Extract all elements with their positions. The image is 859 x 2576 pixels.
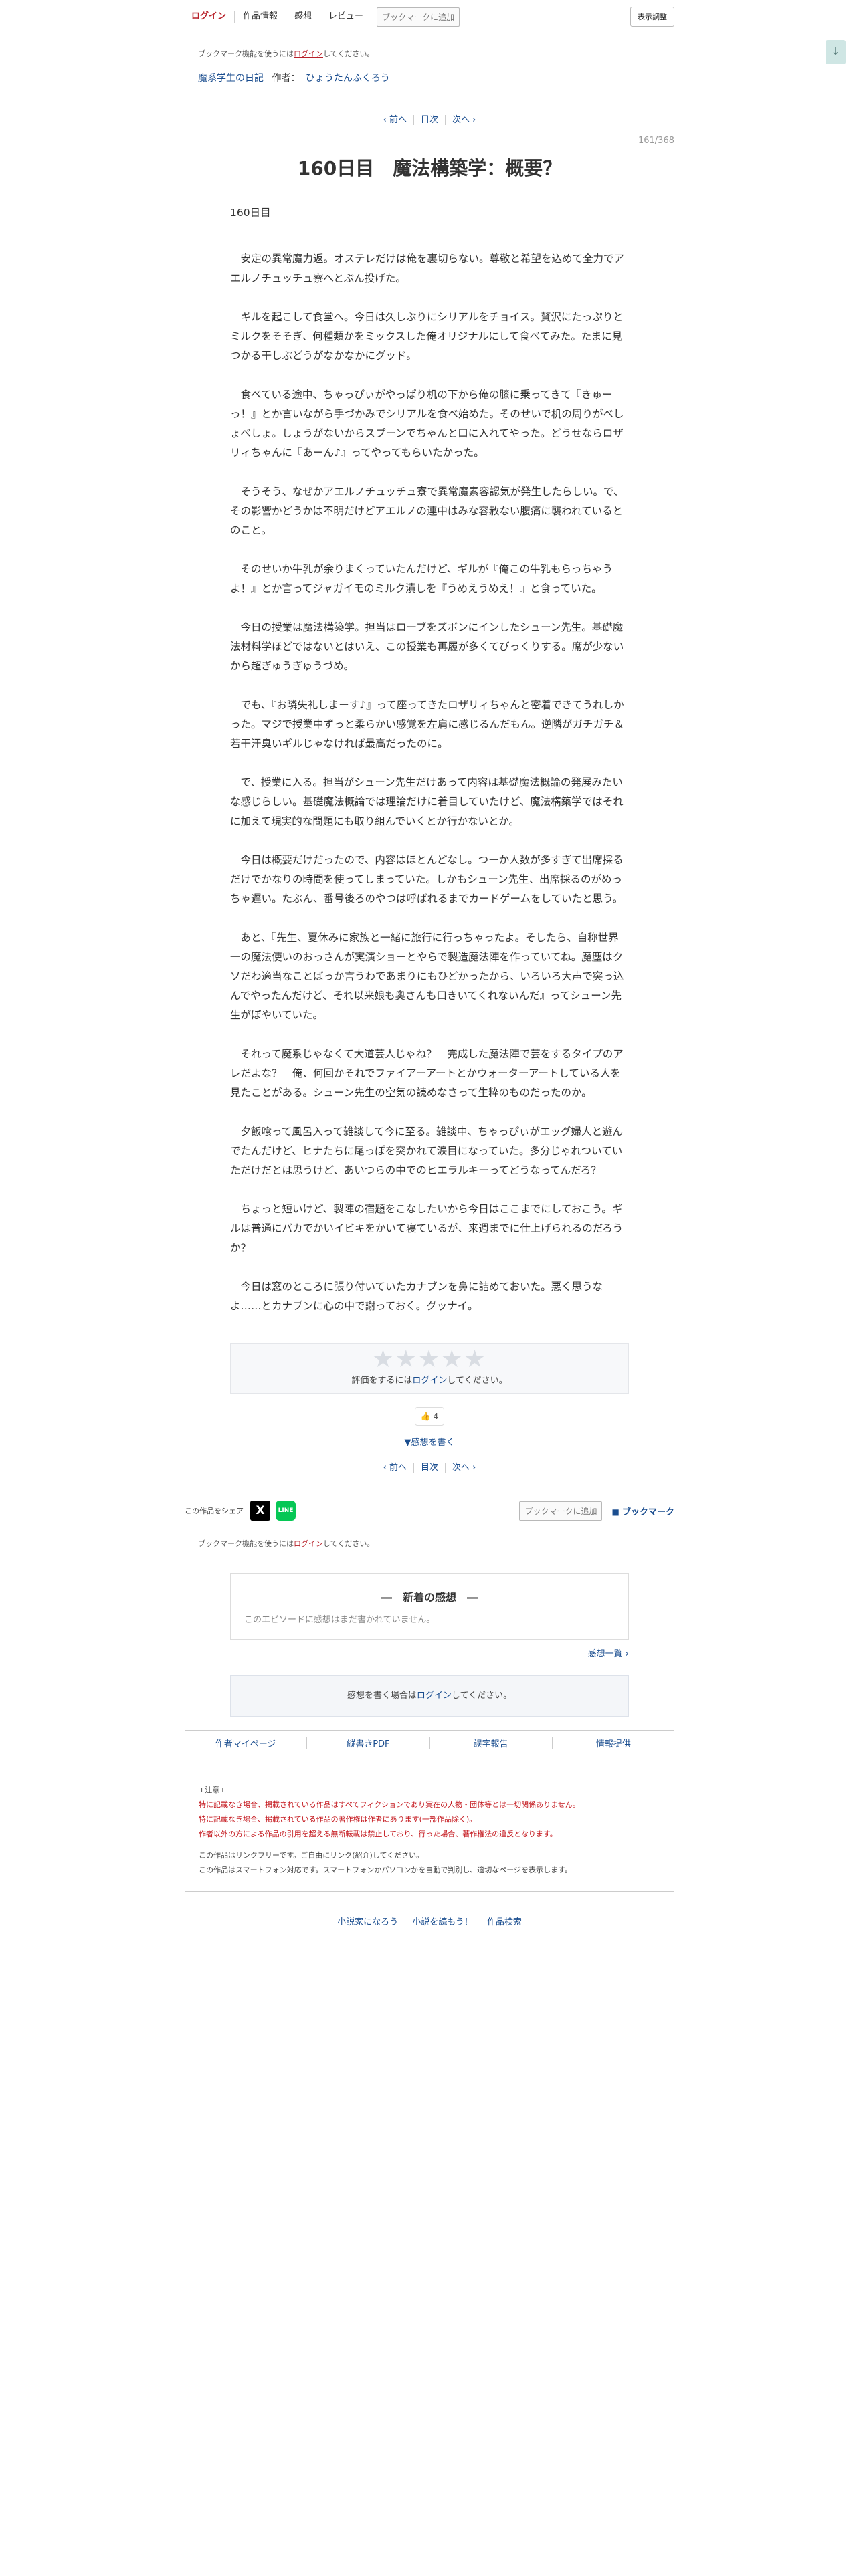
impression-login-box: 感想を書く場合はログインしてください。 xyxy=(230,1675,629,1717)
work-links: 作者マイページ 縦書きPDF 誤字報告 情報提供 xyxy=(185,1730,674,1755)
caution-box: +注意+ 特に記載なき場合、掲載されている作品はすべてフィクションであり実在の人… xyxy=(185,1769,674,1892)
caution-heading: +注意+ xyxy=(199,1786,226,1794)
author-mypage-link[interactable]: 作者マイページ xyxy=(185,1737,306,1749)
caution-line: この作品はスマートフォン対応です。スマートフォンかパソコンかを自動で判別し、適切… xyxy=(199,1866,572,1874)
write-impression-link[interactable]: ▼感想を書く xyxy=(0,1435,859,1448)
author-link[interactable]: ひょうたんふくろう xyxy=(306,73,390,84)
paragraph: で、授業に入る。担当がシューン先生だけあって内容は基礎魔法概論の発展みたいな感じ… xyxy=(230,776,624,827)
no-impressions-text: このエピソードに感想はまだ書かれていません。 xyxy=(244,1615,436,1625)
scroll-down-icon[interactable]: ↓ xyxy=(826,40,846,64)
main-content: ブックマーク機能を使うにはログインしてください。 魔系学生の日記 作者： ひょう… xyxy=(185,33,674,181)
paragraph: でも、『お隣失礼しまーす♪』って座ってきたロザリィちゃんと密着できてうれしかった… xyxy=(230,699,625,750)
paragraph: ちょっと短いけど、製陣の宿題をこなしたいから今日はここまでにしておこう。ギルは普… xyxy=(230,1203,624,1254)
episode-subtitle: 160日目 xyxy=(230,207,271,219)
impressions-list-link[interactable]: 感想一覧 › xyxy=(230,1646,629,1659)
impressions-link[interactable]: 感想 xyxy=(286,11,320,23)
bookmark-add-button[interactable]: ブックマークに追加 xyxy=(519,1501,603,1521)
pager-top: ‹ 前へ 目次 次へ › xyxy=(185,112,674,125)
review-link[interactable]: レビュー xyxy=(320,11,371,23)
paragraph: 今日は窓のところに張り付いていたカナブンを鼻に詰めておいた。悪く思うなよ……とカ… xyxy=(230,1281,603,1312)
series-info: 魔系学生の日記 作者： ひょうたんふくろう xyxy=(185,71,674,84)
rating-note: 評価をするにはログインしてください。 xyxy=(351,1376,508,1386)
paragraph: 食べている途中、ちゃっぴぃがやっぱり机の下から俺の膝に乗ってきて『きゅーっ！』と… xyxy=(230,389,624,459)
good-button[interactable]: 👍 4 xyxy=(415,1407,444,1426)
rating-box: ★★★★★ 評価をするにはログインしてください。 xyxy=(230,1343,629,1394)
vertical-pdf-link[interactable]: 縦書きPDF xyxy=(306,1736,429,1749)
caution-line: 作者以外の方による作品の引用を超える無断転載は禁止しており、行った場合、著作権法… xyxy=(199,1830,557,1838)
paragraph: 安定の異常魔力返。オステレだけは俺を裏切らない。尊敬と希望を込めて全力でアエルノ… xyxy=(230,253,625,284)
paragraph: そのせいか牛乳が余りまくっていたんだけど、ギルが『俺この牛乳もらっちゃうよ！』と… xyxy=(230,563,613,595)
paragraph: 今日は概要だけだったので、内容はほとんどなし。つーか人数が多すぎて出席採るだけで… xyxy=(230,854,624,905)
rating-stars-icon[interactable]: ★★★★★ xyxy=(231,1346,628,1373)
bookmark-notice: ブックマーク機能を使うにはログインしてください。 xyxy=(198,49,375,58)
paragraph: それって魔系じゃなくて大道芸人じゃね？ 完成した魔法陣で芸をするタイプのアレだよ… xyxy=(230,1048,624,1099)
footer-links: 小説家になろう 小説を読もう！ 作品検索 xyxy=(185,1915,674,1927)
series-title-link[interactable]: 魔系学生の日記 xyxy=(198,73,264,84)
author-label: 作者： xyxy=(272,73,300,84)
caution-line: 特に記載なき場合、掲載されている作品はすべてフィクションであり実在の人物・団体等… xyxy=(199,1800,580,1809)
bookmark-notice: ブックマーク機能を使うにはログインしてください。 xyxy=(198,1539,375,1548)
typo-report-link[interactable]: 誤字報告 xyxy=(429,1736,552,1749)
paragraph: 今日の授業は魔法構築学。担当はローブをズボンにインしたシューン先生。基礎魔法材料… xyxy=(230,621,624,672)
work-info-link[interactable]: 作品情報 xyxy=(234,11,286,23)
footer-link-search[interactable]: 作品検索 xyxy=(479,1917,529,1927)
prev-link[interactable]: ‹ 前へ xyxy=(377,1463,413,1473)
notice-login-link[interactable]: ログイン xyxy=(294,1539,323,1548)
share-bar: この作品をシェア X LINE ブックマークに追加 ブックマーク xyxy=(0,1493,859,1527)
next-link[interactable]: 次へ › xyxy=(445,1463,483,1473)
impression-login-link[interactable]: ログイン xyxy=(417,1691,452,1701)
bookmark-button[interactable]: ブックマーク xyxy=(611,1505,674,1517)
caution-line: この作品はリンクフリーです。ご自由にリンク(紹介)してください。 xyxy=(199,1851,424,1860)
paragraph: あと、『先生、夏休みに家族と一緒に旅行に行っちゃったよ。そしたら、自称世界一の魔… xyxy=(230,932,624,1021)
footer-link-yomou[interactable]: 小説を読もう！ xyxy=(405,1917,480,1927)
footer-link-naro[interactable]: 小説家になろう xyxy=(330,1917,405,1927)
toc-link[interactable]: 目次 xyxy=(413,1463,445,1473)
toc-link[interactable]: 目次 xyxy=(413,115,445,125)
display-settings-button[interactable]: 表示調整 xyxy=(630,7,674,27)
share-label: この作品をシェア xyxy=(185,1507,244,1515)
login-link[interactable]: ログイン xyxy=(185,11,234,23)
next-link[interactable]: 次へ › xyxy=(445,115,483,125)
bookmark-add-button[interactable]: ブックマークに追加 xyxy=(377,7,460,27)
pager-bottom: ‹ 前へ 目次 次へ › xyxy=(0,1460,859,1473)
new-impressions-box: ― 新着の感想 ― このエピソードに感想はまだ書かれていません。 xyxy=(230,1573,629,1640)
top-bar: ログイン 作品情報 感想 レビュー ブックマークに追加 表示調整 xyxy=(0,0,859,33)
prev-link[interactable]: ‹ 前へ xyxy=(377,115,413,125)
x-share-icon[interactable]: X xyxy=(250,1501,270,1521)
notice-login-link[interactable]: ログイン xyxy=(294,49,323,58)
info-provide-link[interactable]: 情報提供 xyxy=(551,1736,674,1749)
episode-title: 160日目 魔法構築学：概要？ xyxy=(297,157,562,179)
episode-body: 160日目 安定の異常魔力返。オステレだけは俺を裏切らない。尊敬と希望を込めて全… xyxy=(230,203,629,1316)
caution-line: 特に記載なき場合、掲載されている作品の著作権は作者にあります(一部作品除く)。 xyxy=(199,1815,477,1824)
new-impressions-title: ― 新着の感想 ― xyxy=(381,1591,478,1604)
paragraph: ギルを起こして食堂へ。今日は久しぶりにシリアルをチョイス。贅沢にたっぷりとミルク… xyxy=(230,311,624,362)
paragraph: そうそう、なぜかアエルノチュッチュ寮で異常魔素容認気が発生したらしい。で、その影… xyxy=(230,486,624,536)
paragraph: 夕飯喰って風呂入って雑談して今に至る。雑談中、ちゃっぴぃがエッグ婦人と遊んでたん… xyxy=(230,1125,623,1176)
rating-login-link[interactable]: ログイン xyxy=(412,1376,447,1386)
page-number: 161/368 xyxy=(638,136,674,146)
line-share-icon[interactable]: LINE xyxy=(276,1501,296,1521)
